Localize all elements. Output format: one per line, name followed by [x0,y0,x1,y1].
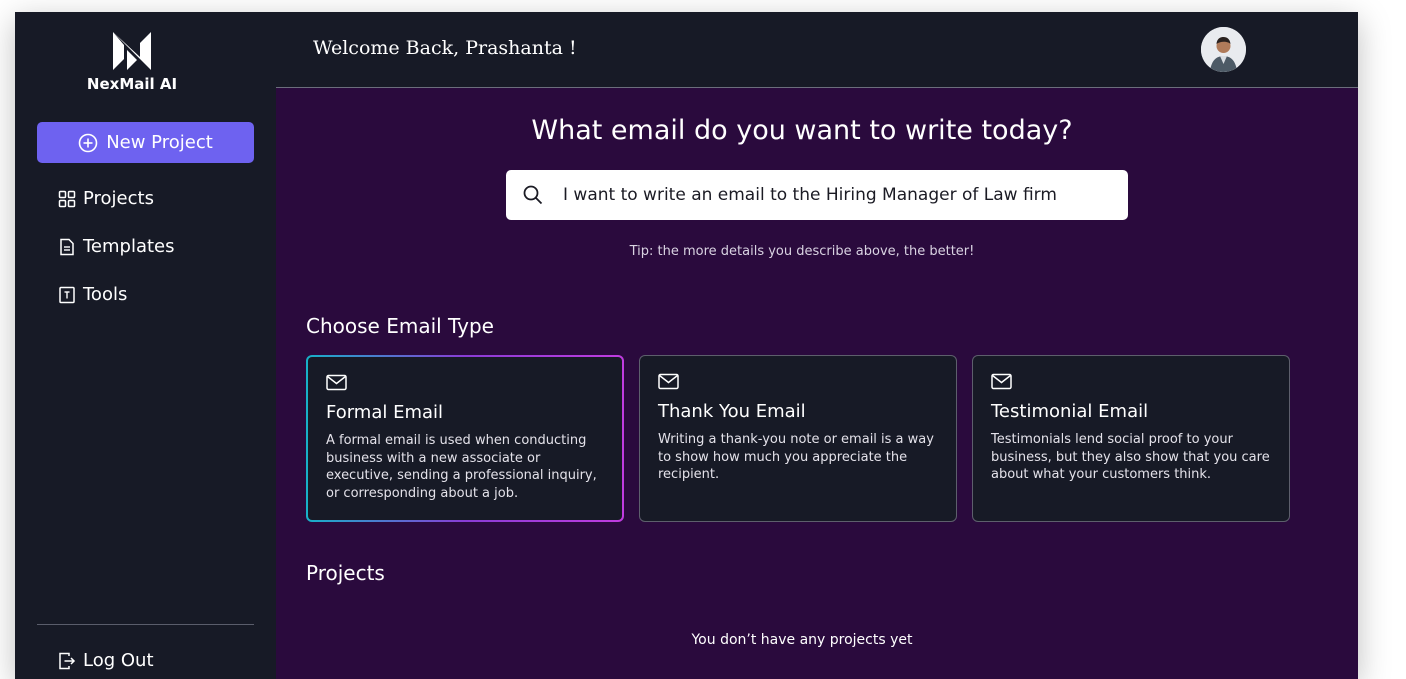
card-description: Testimonials lend social proof to your b… [991,432,1270,482]
plus-circle-icon [78,133,98,153]
prompt-input[interactable] [563,185,1103,205]
mail-icon [991,373,1271,390]
search-icon [522,184,544,206]
prompt-search-box[interactable] [506,170,1128,220]
projects-empty-message: You don’t have any projects yet [691,632,913,648]
new-project-button[interactable]: New Project [37,122,254,163]
document-icon [58,238,76,256]
top-bar: Welcome Back, Prashanta ! [276,12,1358,88]
sidebar-item-projects[interactable]: Projects [58,188,154,209]
projects-heading: Projects [306,561,385,585]
sidebar: NexMail AI New Project Projects Template… [15,12,276,679]
sidebar-item-tools[interactable]: Tools [58,284,127,305]
card-description: Writing a thank-you note or email is a w… [658,432,934,482]
mail-icon [658,373,938,390]
logout-button[interactable]: Log Out [58,650,154,671]
avatar[interactable] [1201,27,1246,72]
nexmail-logo-icon [113,32,151,70]
card-description: A formal email is used when conducting b… [326,433,597,501]
sidebar-divider [37,624,254,625]
welcome-message: Welcome Back, Prashanta ! [313,37,577,59]
brand-logo[interactable]: NexMail AI [15,30,249,93]
email-type-card-testimonial[interactable]: Testimonial Email Testimonials lend soci… [972,355,1290,522]
brand-name: NexMail AI [86,75,178,93]
tools-icon [58,286,76,304]
user-avatar-icon [1201,27,1246,72]
tip-text: Tip: the more details you describe above… [629,244,975,259]
email-type-heading: Choose Email Type [306,314,494,338]
mail-icon [326,374,604,391]
card-title: Formal Email [326,402,444,423]
card-title: Thank You Email [658,401,806,422]
new-project-label: New Project [106,132,213,153]
logout-icon [58,652,76,670]
sidebar-item-templates[interactable]: Templates [58,236,175,257]
card-title: Testimonial Email [991,401,1149,422]
email-type-card-thank-you[interactable]: Thank You Email Writing a thank-you note… [639,355,957,522]
app-window: NexMail AI New Project Projects Template… [15,12,1358,679]
sidebar-item-label: Tools [83,284,128,305]
page-title: What email do you want to write today? [531,115,1073,146]
email-type-card-formal[interactable]: Formal Email A formal email is used when… [306,355,624,522]
grid-icon [58,190,76,208]
logout-label: Log Out [83,650,154,671]
sidebar-item-label: Projects [83,188,154,209]
sidebar-item-label: Templates [83,236,175,257]
